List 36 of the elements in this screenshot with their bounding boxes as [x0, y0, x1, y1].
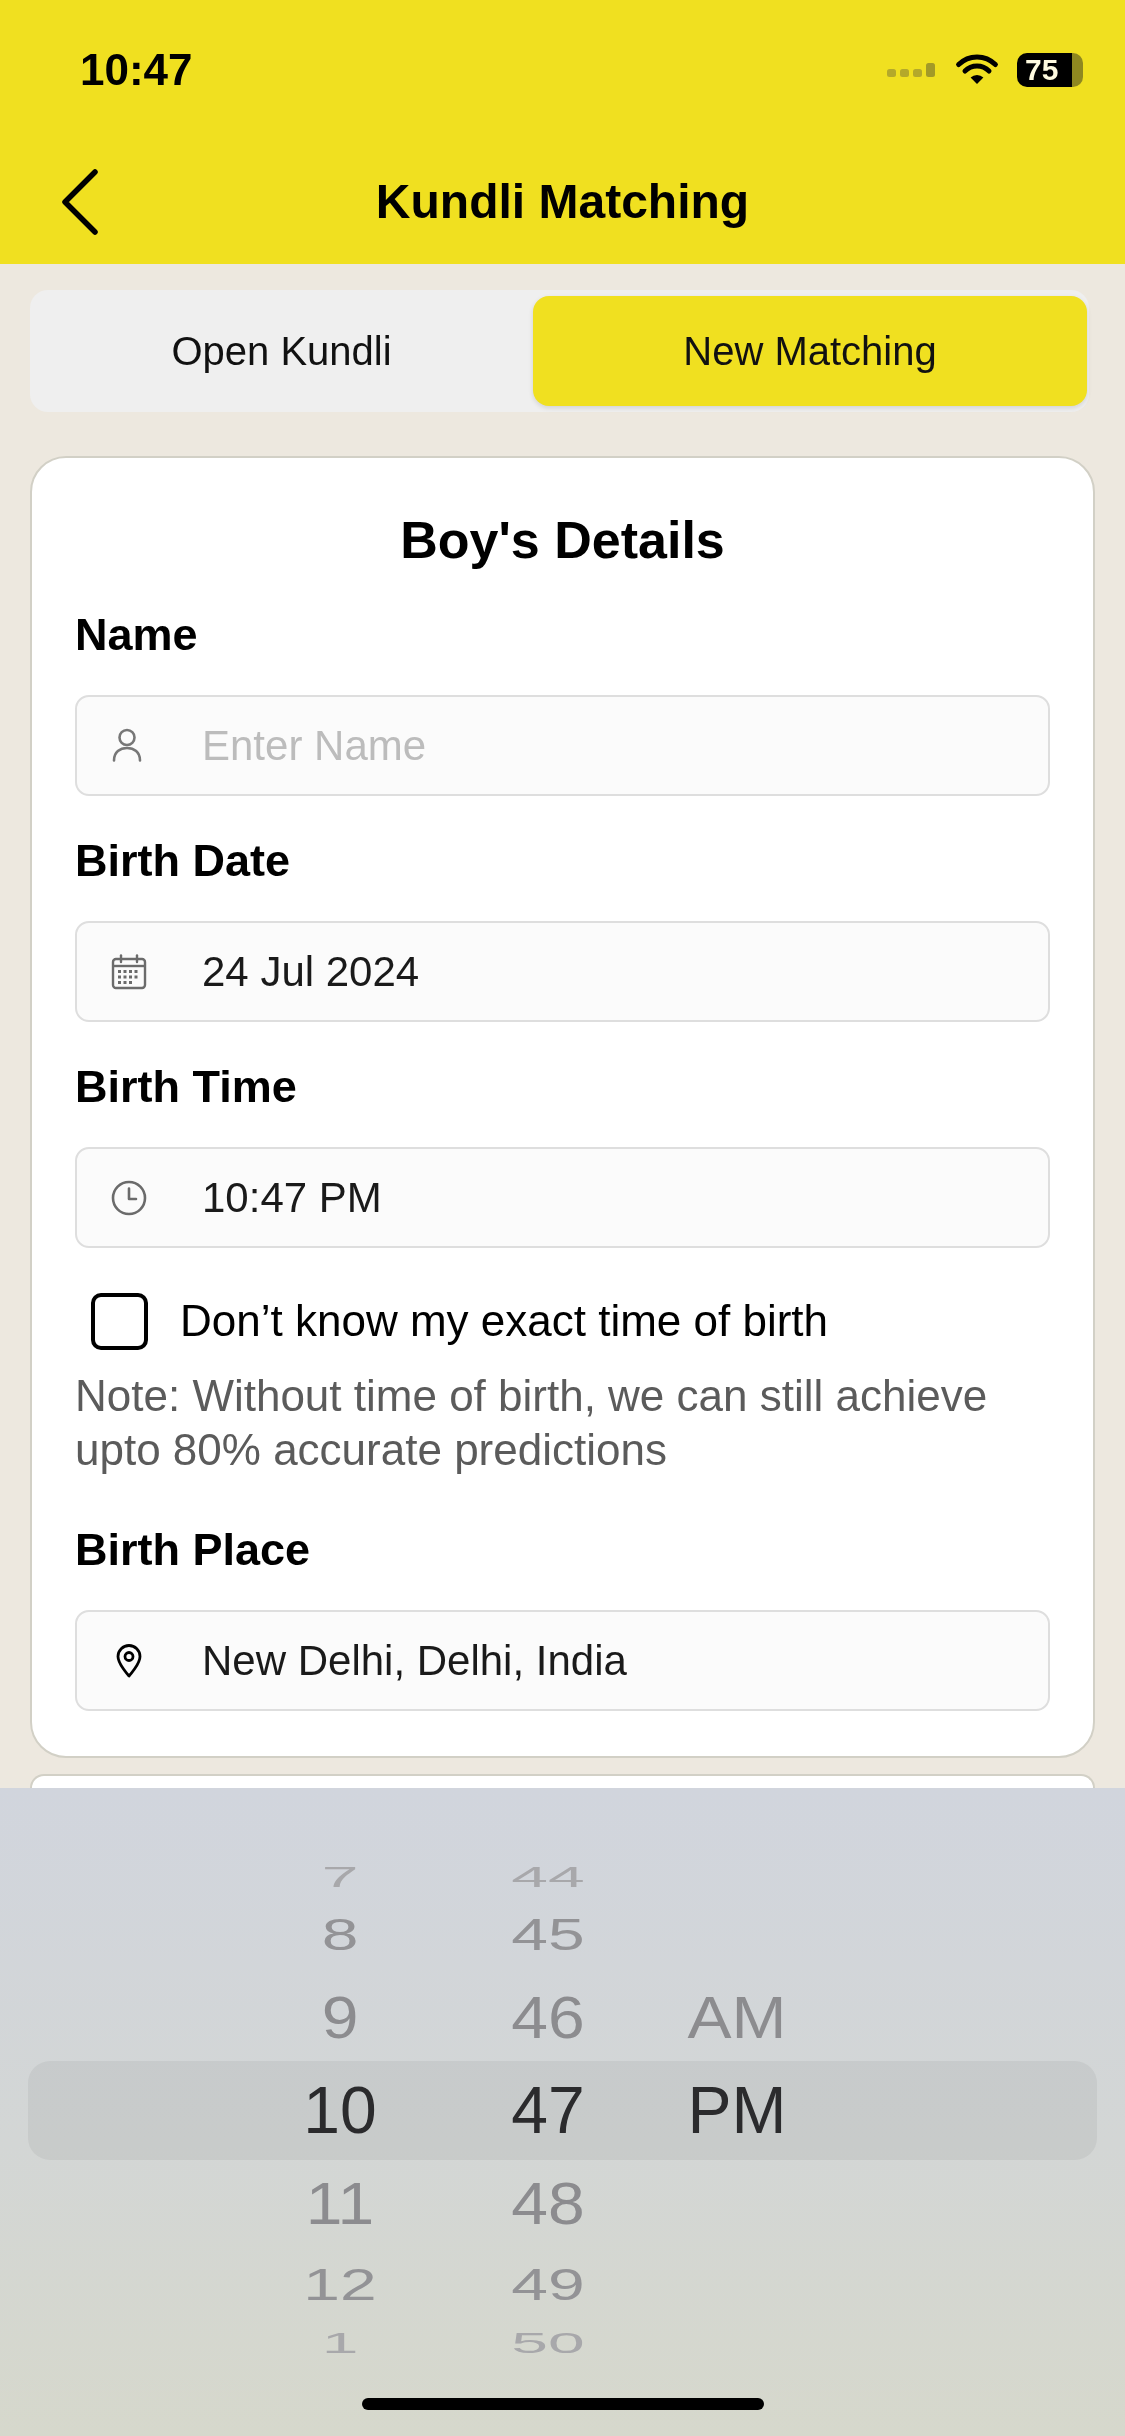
- status-time: 10:47: [80, 48, 193, 92]
- picker-option[interactable]: PM: [687, 2077, 787, 2143]
- checkbox[interactable]: [91, 1292, 148, 1350]
- person-icon: [112, 728, 142, 762]
- battery-indicator: 75: [1017, 53, 1083, 87]
- picker-option[interactable]: 48: [511, 2173, 585, 2233]
- signal-icon: [887, 62, 937, 78]
- picker-option[interactable]: 8: [321, 1913, 359, 1957]
- place-field[interactable]: New Delhi, Delhi, India: [75, 1610, 1050, 1711]
- wifi-icon: [955, 54, 999, 86]
- clock-icon: [111, 1179, 147, 1216]
- picker-option[interactable]: 12: [303, 2263, 377, 2307]
- field-label: Birth Place: [75, 1525, 312, 1575]
- note-text: Note: Without time of birth, we can still achieve upto 80% accurate predictions: [75, 1370, 989, 1476]
- card-title: Boy's Details: [399, 510, 726, 570]
- picker-option[interactable]: 49: [511, 2263, 585, 2307]
- checkbox-label[interactable]: Don’t know my exact time of birth: [180, 1299, 828, 1343]
- picker-option[interactable]: 11: [305, 2173, 375, 2233]
- tab[interactable]: New Matching: [533, 296, 1087, 406]
- time-field[interactable]: 10:47 PM: [75, 1147, 1050, 1248]
- name-field[interactable]: Enter Name: [75, 695, 1050, 796]
- picker-option[interactable]: 46: [511, 1987, 585, 2047]
- location-pin-icon: [116, 1643, 142, 1678]
- back-icon: [61, 169, 99, 235]
- screen-title: Kundli Matching: [375, 178, 750, 226]
- field-label: Name: [75, 610, 199, 660]
- field-label: Birth Time: [75, 1062, 298, 1112]
- field-label: Birth Date: [75, 836, 292, 886]
- picker-option[interactable]: 45: [511, 1913, 585, 1957]
- picker-option[interactable]: 9: [321, 1987, 359, 2047]
- tab[interactable]: Open Kundli: [30, 296, 534, 406]
- picker-option[interactable]: AM: [687, 1987, 787, 2047]
- date-field[interactable]: 24 Jul 2024: [75, 921, 1050, 1022]
- calendar-icon: [111, 953, 147, 990]
- picker-option[interactable]: 10: [303, 2077, 377, 2143]
- picker-option[interactable]: 47: [511, 2077, 585, 2143]
